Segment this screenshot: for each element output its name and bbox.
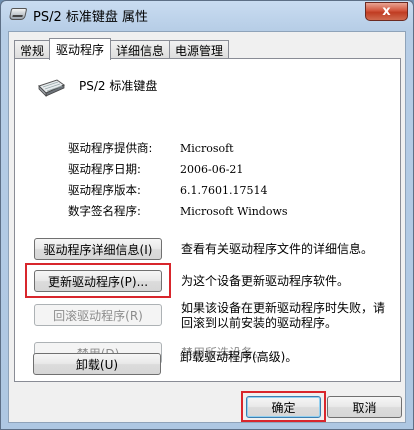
- ok-button[interactable]: 确定: [246, 396, 321, 418]
- driver-details-desc: 查看有关驱动程序文件的详细信息。: [181, 242, 374, 256]
- rollback-driver-desc: 如果该设备在更新驱动程序时失败，请 回滚到以前安装的驱动程序。: [181, 301, 385, 331]
- update-driver-desc: 为这个设备更新驱动程序软件。: [181, 274, 350, 288]
- info-label: 驱动程序提供商:: [68, 141, 153, 155]
- info-label: 驱动程序版本:: [68, 183, 141, 197]
- driver-details-button[interactable]: 驱动程序详细信息(I): [34, 238, 162, 260]
- properties-window: PS/2 标准键盘 属性 x 常规 驱动程序 详细信息 电源管理 PS/2 标准…: [0, 0, 414, 430]
- cancel-button[interactable]: 取消: [327, 396, 402, 418]
- tab-general[interactable]: 常规: [14, 40, 51, 59]
- rollback-driver-button[interactable]: 回滚驱动程序(R): [34, 304, 162, 326]
- tab-bar: 常规 驱动程序 详细信息 电源管理: [14, 38, 230, 60]
- rollback-desc-line1: 如果该设备在更新驱动程序时失败，请: [181, 301, 386, 315]
- update-driver-button[interactable]: 更新驱动程序(P)...: [34, 270, 162, 292]
- keyboard-device-icon: [38, 79, 65, 97]
- info-value: Microsoft Windows: [180, 205, 288, 218]
- info-value: Microsoft: [180, 142, 234, 155]
- device-name: PS/2 标准键盘: [79, 79, 158, 93]
- info-row-provider: 驱动程序提供商: Microsoft: [68, 140, 234, 156]
- window-title: PS/2 标准键盘 属性: [33, 10, 149, 25]
- keyboard-icon: [8, 8, 28, 20]
- tab-power-management[interactable]: 电源管理: [169, 40, 230, 59]
- info-row-date: 驱动程序日期: 2006-06-21: [68, 161, 243, 177]
- info-value: 2006-06-21: [180, 163, 244, 176]
- info-label: 数字签名程序:: [68, 204, 141, 218]
- close-button[interactable]: x: [365, 2, 408, 21]
- uninstall-desc: 卸载驱动程序(高级)。: [180, 350, 298, 364]
- tab-details[interactable]: 详细信息: [110, 40, 171, 59]
- driver-panel: PS/2 标准键盘 驱动程序提供商: Microsoft 驱动程序日期: 2006-…: [14, 58, 401, 382]
- uninstall-button[interactable]: 卸载(U): [33, 353, 161, 375]
- dialog-client: 常规 驱动程序 详细信息 电源管理 PS/2 标准键盘 驱动程序提供商: Micr…: [8, 31, 406, 423]
- rollback-desc-line2: 回滚到以前安装的驱动程序。: [181, 316, 338, 330]
- info-row-version: 驱动程序版本: 6.1.7601.17514: [68, 182, 267, 198]
- tab-driver[interactable]: 驱动程序: [49, 38, 112, 60]
- info-value: 6.1.7601.17514: [180, 184, 268, 197]
- title-bar[interactable]: PS/2 标准键盘 属性 x: [1, 1, 413, 29]
- info-row-signer: 数字签名程序: Microsoft Windows: [68, 203, 288, 219]
- info-label: 驱动程序日期:: [68, 162, 141, 176]
